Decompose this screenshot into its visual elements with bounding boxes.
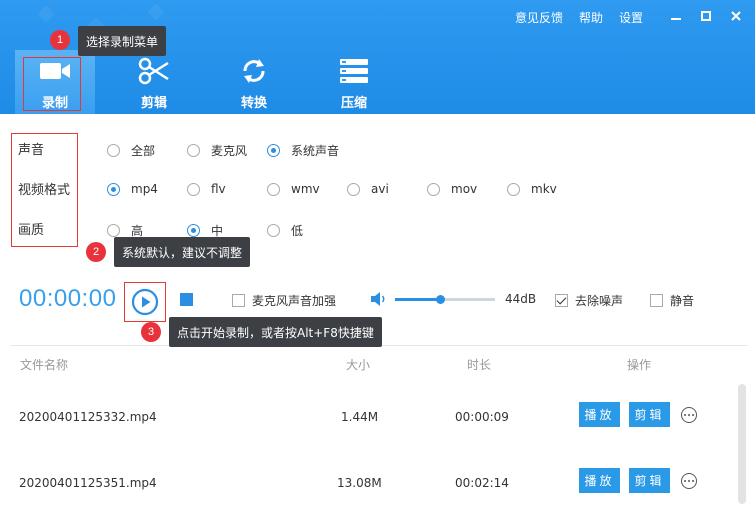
file-name: 20200401125332.mp4	[19, 410, 157, 424]
minimize-icon[interactable]	[669, 8, 683, 24]
more-options-icon[interactable]	[681, 473, 697, 489]
column-header-actions: 操作	[627, 358, 652, 372]
tooltip-default-settings: 系统默认，建议不调整	[114, 237, 251, 267]
format-option-wmv[interactable]: wmv	[267, 182, 320, 196]
settings-link[interactable]: 设置	[619, 9, 643, 26]
column-header-duration: 时长	[467, 358, 492, 372]
tooltip-select-menu: 选择录制菜单	[78, 26, 167, 56]
nav-edit-label: 剪辑	[140, 96, 167, 111]
quality-option-low[interactable]: 低	[267, 222, 303, 239]
play-icon	[131, 288, 159, 316]
stop-button[interactable]	[180, 293, 193, 306]
header-bar: 意见反馈 帮助 设置 录制 剪辑 转换 压缩	[0, 0, 755, 114]
scissors-icon	[137, 56, 171, 86]
column-header-name: 文件名称	[20, 358, 69, 372]
help-link[interactable]: 帮助	[579, 9, 603, 26]
close-icon[interactable]	[729, 8, 743, 24]
volume-icon[interactable]	[370, 291, 388, 310]
format-option-flv[interactable]: flv	[187, 182, 226, 196]
maximize-icon[interactable]	[699, 8, 713, 24]
mic-boost-checkbox[interactable]: 麦克风声音加强	[232, 292, 336, 309]
format-option-avi[interactable]: avi	[347, 182, 389, 196]
file-duration: 00:00:09	[455, 410, 509, 424]
record-timer: 00:00:00	[19, 285, 117, 312]
audio-label: 声音	[18, 143, 45, 158]
nav-edit[interactable]: 剪辑	[114, 50, 194, 114]
step-badge-1: 1	[50, 30, 70, 50]
volume-slider[interactable]	[395, 295, 495, 304]
mute-checkbox[interactable]: 静音	[650, 292, 694, 309]
compress-icon	[337, 56, 371, 86]
highlight-box	[23, 57, 81, 111]
volume-slider-fill	[395, 298, 440, 301]
edit-button[interactable]: 剪辑	[629, 402, 670, 427]
nav-compress-label: 压缩	[340, 96, 367, 111]
scrollbar[interactable]	[738, 384, 746, 504]
header-pattern	[147, 3, 165, 21]
format-option-mov[interactable]: mov	[427, 182, 477, 196]
volume-slider-knob[interactable]	[436, 295, 445, 304]
nav-convert-label: 转换	[240, 96, 267, 111]
table-row[interactable]: 20200401125351.mp4 13.08M 00:02:14 播放 剪辑	[0, 454, 740, 514]
audio-option-all[interactable]: 全部	[107, 142, 155, 159]
header-pattern	[37, 5, 55, 23]
nav-compress[interactable]: 压缩	[314, 50, 394, 114]
denoise-checkbox[interactable]: 去除噪声	[555, 292, 623, 309]
tooltip-start-record: 点击开始录制，或者按Alt+F8快捷键	[169, 317, 382, 347]
window-controls	[669, 8, 743, 24]
feedback-link[interactable]: 意见反馈	[515, 9, 563, 26]
column-header-size: 大小	[346, 358, 371, 372]
start-record-button[interactable]	[124, 282, 166, 322]
file-duration: 00:02:14	[455, 476, 509, 490]
volume-value: 44dB	[505, 292, 537, 306]
play-button[interactable]: 播放	[579, 402, 620, 427]
file-name: 20200401125351.mp4	[19, 476, 157, 490]
nav-record[interactable]: 录制	[15, 50, 95, 114]
top-links: 意见反馈 帮助 设置	[499, 9, 643, 26]
table-row[interactable]: 20200401125332.mp4 1.44M 00:00:09 播放 剪辑	[0, 388, 740, 448]
audio-option-system[interactable]: 系统声音	[267, 142, 339, 159]
file-size: 13.08M	[337, 476, 382, 490]
step-badge-2: 2	[86, 242, 106, 262]
play-button[interactable]: 播放	[579, 468, 620, 493]
nav-convert[interactable]: 转换	[214, 50, 294, 114]
quality-label: 画质	[18, 223, 45, 238]
format-label: 视频格式	[18, 183, 71, 198]
format-option-mkv[interactable]: mkv	[507, 182, 557, 196]
convert-icon	[237, 56, 271, 86]
file-size: 1.44M	[341, 410, 379, 424]
format-option-mp4[interactable]: mp4	[107, 182, 158, 196]
edit-button[interactable]: 剪辑	[629, 468, 670, 493]
more-options-icon[interactable]	[681, 407, 697, 423]
step-badge-3: 3	[141, 322, 161, 342]
audio-option-mic[interactable]: 麦克风	[187, 142, 247, 159]
